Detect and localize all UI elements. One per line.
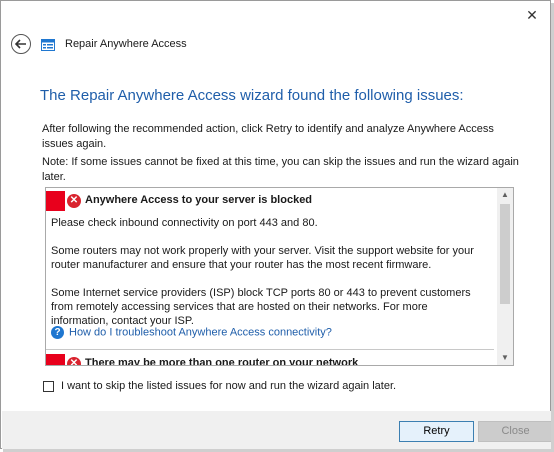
issues-list[interactable]: ✕ Anywhere Access to your server is bloc…	[45, 187, 514, 366]
issue-title: There may be more than one router on you…	[85, 357, 359, 365]
retry-button[interactable]: Retry	[399, 421, 474, 442]
window-title: Repair Anywhere Access	[65, 38, 187, 50]
issue-header: ✕ There may be more than one router on y…	[46, 354, 494, 365]
scroll-down-icon[interactable]: ▼	[497, 351, 513, 365]
button-bar: Retry Close	[2, 411, 553, 449]
issue-title: Anywhere Access to your server is blocke…	[85, 194, 313, 206]
issue-description: Please check inbound connectivity on por…	[51, 216, 487, 342]
issues-content: ✕ Anywhere Access to your server is bloc…	[46, 188, 494, 365]
page-heading: The Repair Anywhere Access wizard found …	[40, 87, 464, 104]
help-icon: ?	[51, 326, 64, 339]
back-arrow-icon	[15, 39, 26, 49]
scroll-thumb[interactable]	[500, 204, 510, 304]
divider	[46, 349, 494, 350]
scroll-up-icon[interactable]: ▲	[497, 188, 513, 202]
issue-paragraph: Some routers may not work properly with …	[51, 245, 474, 271]
error-marker	[46, 354, 65, 365]
skip-issues-label: I want to skip the listed issues for now…	[61, 380, 397, 392]
issue-header: ✕ Anywhere Access to your server is bloc…	[46, 191, 494, 211]
vertical-scrollbar[interactable]: ▲ ▼	[497, 188, 513, 365]
error-icon: ✕	[67, 194, 81, 208]
error-icon: ✕	[67, 357, 81, 365]
issue-paragraph: Some Internet service providers (ISP) bl…	[51, 287, 471, 327]
close-window-icon[interactable]: ✕	[524, 7, 540, 23]
instruction-text: After following the recommended action, …	[42, 123, 494, 150]
close-button[interactable]: Close	[478, 421, 553, 442]
issue-paragraph: Please check inbound connectivity on por…	[51, 217, 318, 229]
skip-issues-option[interactable]: I want to skip the listed issues for now…	[43, 380, 396, 392]
help-link-row[interactable]: ? How do I troubleshoot Anywhere Access c…	[51, 326, 332, 342]
skip-issues-checkbox[interactable]	[43, 380, 54, 392]
wizard-icon	[41, 39, 55, 51]
note-text: Note: If some issues cannot be fixed at …	[42, 156, 519, 183]
back-button[interactable]	[11, 34, 31, 54]
error-marker	[46, 191, 65, 211]
help-link[interactable]: How do I troubleshoot Anywhere Access co…	[69, 326, 332, 338]
wizard-window: ✕ Repair Anywhere Access The Repair Anyw…	[0, 0, 553, 449]
